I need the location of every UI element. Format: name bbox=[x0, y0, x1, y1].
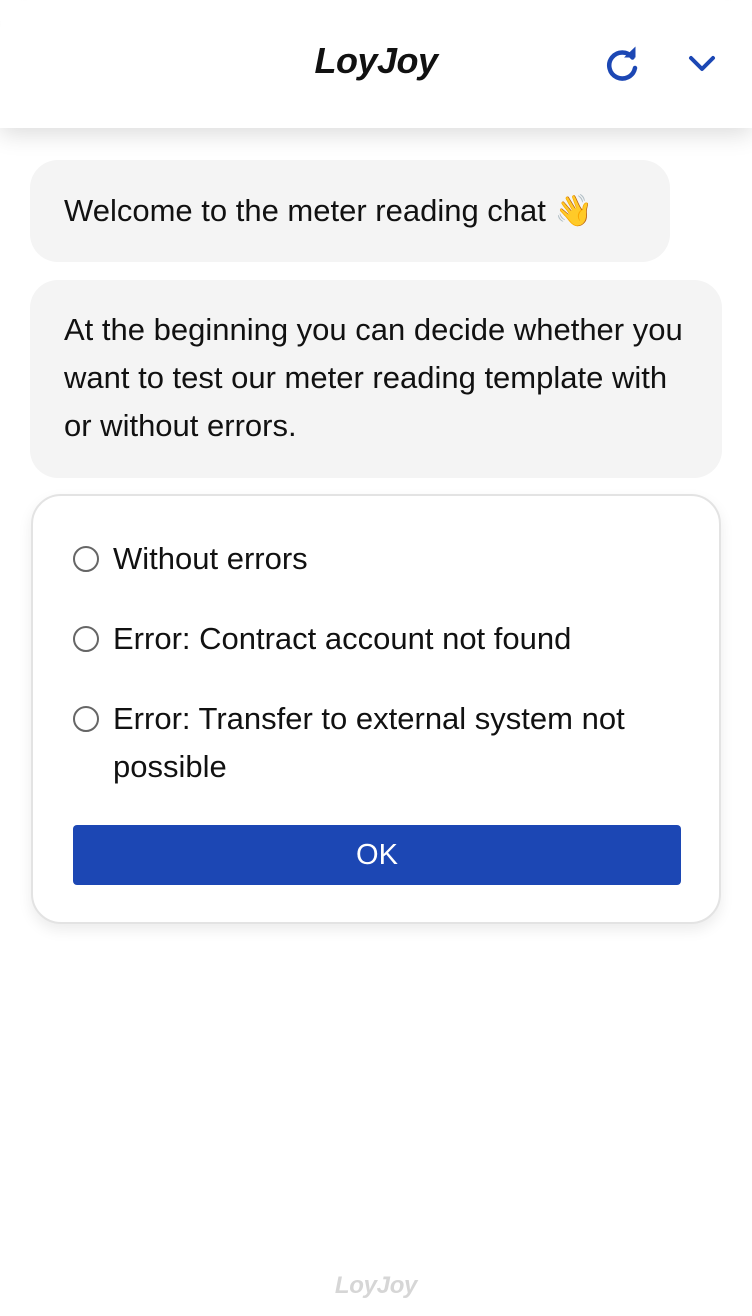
restart-button[interactable] bbox=[596, 38, 648, 90]
radio-button[interactable] bbox=[73, 706, 99, 732]
option-transfer-not-possible[interactable]: Error: Transfer to external system not p… bbox=[73, 695, 683, 791]
bot-message-welcome: Welcome to the meter reading chat 👋 bbox=[30, 160, 670, 262]
choice-card: Without errors Error: Contract account n… bbox=[31, 494, 721, 924]
option-contract-not-found[interactable]: Error: Contract account not found bbox=[73, 615, 683, 663]
option-label: Error: Transfer to external system not p… bbox=[113, 701, 625, 784]
radio-button[interactable] bbox=[73, 546, 99, 572]
chat-widget: LoyJoy Welcome to the meter reading chat… bbox=[0, 0, 752, 1316]
option-label: Error: Contract account not found bbox=[113, 621, 572, 656]
refresh-icon bbox=[607, 46, 638, 81]
option-without-errors[interactable]: Without errors bbox=[73, 535, 683, 583]
chat-header: LoyJoy bbox=[0, 0, 752, 128]
collapse-button[interactable] bbox=[676, 38, 728, 90]
option-label: Without errors bbox=[113, 541, 308, 576]
radio-button[interactable] bbox=[73, 626, 99, 652]
footer-brand-logo: LoyJoy bbox=[334, 1272, 418, 1299]
ok-button[interactable]: OK bbox=[73, 825, 681, 885]
bot-message-intro: At the beginning you can decide whether … bbox=[30, 280, 722, 478]
chevron-down-icon bbox=[689, 56, 715, 71]
